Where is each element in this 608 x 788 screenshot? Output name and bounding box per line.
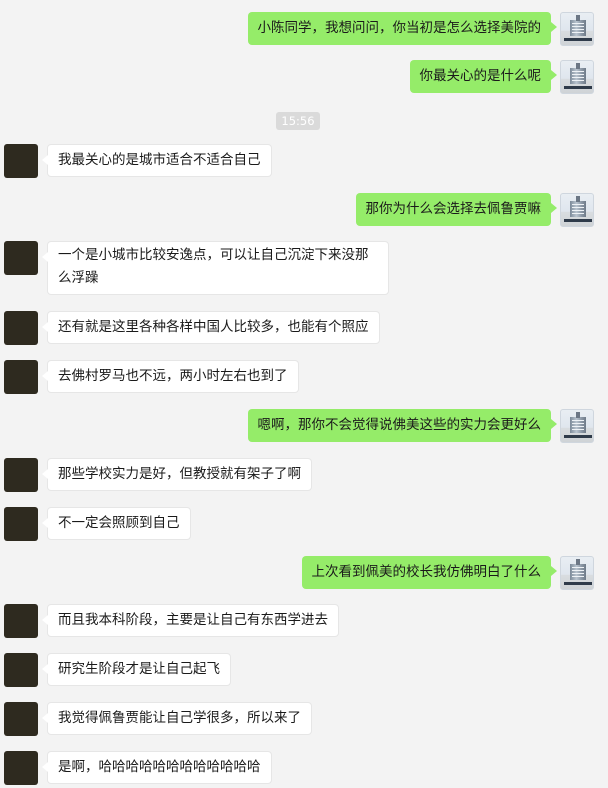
avatar[interactable] <box>4 751 38 785</box>
message-bubble-received[interactable]: 不一定会照顾到自己 <box>42 507 191 540</box>
message-bubble-sent[interactable]: 上次看到佩美的校长我仿佛明白了什么 <box>301 556 557 589</box>
avatar[interactable] <box>4 507 38 541</box>
avatar[interactable] <box>4 241 38 275</box>
message-bubble-received[interactable]: 去佛村罗马也不远，两小时左右也到了 <box>42 360 299 393</box>
message-bubble-sent[interactable]: 你最关心的是什么呢 <box>409 60 557 93</box>
avatar[interactable] <box>4 604 38 638</box>
message-bubble-sent[interactable]: 那你为什么会选择去佩鲁贾嘛 <box>355 193 557 226</box>
avatar[interactable] <box>560 556 594 590</box>
message-bubble-sent[interactable]: 嗯啊，那你不会觉得说佛美这些的实力会更好么 <box>247 409 557 442</box>
message-bubble-received[interactable]: 我觉得佩鲁贾能让自己学很多，所以来了 <box>42 702 312 735</box>
message-bubble-received[interactable]: 研究生阶段才是让自己起飞 <box>42 653 231 686</box>
avatar[interactable] <box>4 702 38 736</box>
message-bubble-received[interactable]: 是啊，哈哈哈哈哈哈哈哈哈哈哈哈 <box>42 751 272 784</box>
message-bubble-received[interactable]: 一个是小城市比较安逸点，可以让自己沉淀下来没那么浮躁 <box>42 241 389 295</box>
avatar[interactable] <box>4 360 38 394</box>
avatar[interactable] <box>4 144 38 178</box>
avatar[interactable] <box>560 60 594 94</box>
message-bubble-received[interactable]: 还有就是这里各种各样中国人比较多，也能有个照应 <box>42 311 380 344</box>
message-bubble-received[interactable]: 那些学校实力是好，但教授就有架子了啊 <box>42 458 312 491</box>
avatar[interactable] <box>560 193 594 227</box>
message-bubble-received[interactable]: 而且我本科阶段，主要是让自己有东西学进去 <box>42 604 339 637</box>
avatar[interactable] <box>560 409 594 443</box>
timestamp: 15:56 <box>276 112 320 130</box>
chat-window: 小陈同学，我想问问，你当初是怎么选择美院的 你最关心的是什么呢 15:56 我最… <box>0 0 608 788</box>
avatar[interactable] <box>4 653 38 687</box>
message-bubble-sent[interactable]: 小陈同学，我想问问，你当初是怎么选择美院的 <box>247 12 557 45</box>
avatar[interactable] <box>560 12 594 46</box>
avatar[interactable] <box>4 458 38 492</box>
message-bubble-received[interactable]: 我最关心的是城市适合不适合自己 <box>42 144 272 177</box>
avatar[interactable] <box>4 311 38 345</box>
